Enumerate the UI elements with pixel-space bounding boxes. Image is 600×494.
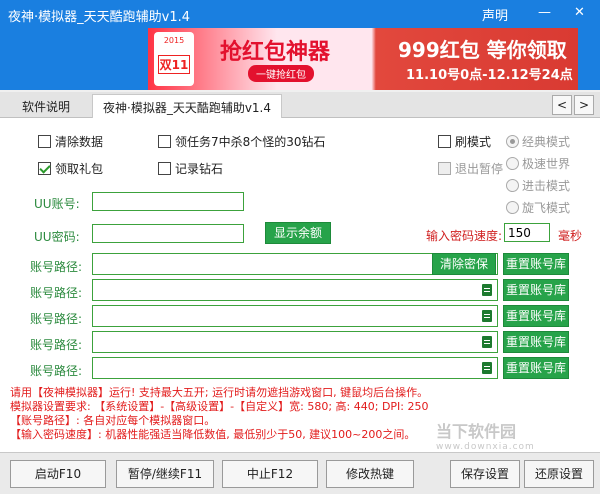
- tab-helper[interactable]: 夜神·模拟器_天天酷跑辅助v1.4: [92, 94, 283, 118]
- account-path-input[interactable]: [92, 357, 498, 379]
- account-path-input[interactable]: [92, 305, 498, 327]
- banner-date-text: 11.10号0点-12.12号24点: [406, 68, 573, 83]
- mode-spin-radio[interactable]: 旋飞模式: [506, 199, 570, 216]
- record-diamonds-checkbox[interactable]: 记录钻石: [158, 160, 223, 177]
- show-balance-button[interactable]: 显示余额: [265, 222, 331, 244]
- password-speed-input[interactable]: [504, 223, 550, 242]
- account-path-label: 账号路径:: [30, 260, 83, 274]
- save-settings-button[interactable]: 保存设置: [450, 460, 520, 488]
- task-diamonds-checkbox[interactable]: 领任务7中杀8个怪的30钻石: [158, 133, 326, 150]
- start-button[interactable]: 启动F10: [10, 460, 106, 488]
- reset-account-button[interactable]: 重置账号库: [503, 253, 569, 275]
- radio-dot[interactable]: [506, 157, 519, 170]
- checkbox-box[interactable]: [438, 135, 451, 148]
- tab-prev-arrow[interactable]: <: [552, 95, 572, 115]
- claim-gift-checkbox[interactable]: 领取礼包: [38, 160, 103, 177]
- speed-unit-label: 毫秒: [558, 229, 583, 243]
- usage-note: 【输入密码速度】: 机器性能强适当降低数值, 最低别少于50, 建议100~20…: [10, 428, 416, 441]
- stop-button[interactable]: 中止F12: [222, 460, 318, 488]
- file-icon[interactable]: [482, 362, 492, 374]
- account-path-label: 账号路径:: [30, 312, 83, 326]
- minimize-button[interactable]: —: [538, 5, 551, 20]
- grind-mode-checkbox[interactable]: 刷模式: [438, 133, 491, 150]
- promo-banner[interactable]: 2015 双11 抢红包神器 一键抢红包 999红包 等你领取 11.10号0点…: [148, 28, 578, 90]
- file-icon[interactable]: [482, 336, 492, 348]
- banner-main-text: 抢红包神器: [220, 40, 331, 65]
- reset-account-button[interactable]: 重置账号库: [503, 357, 569, 379]
- file-icon[interactable]: [482, 284, 492, 296]
- tab-instructions[interactable]: 软件说明: [12, 94, 80, 118]
- window-title: 夜神·模拟器_天天酷跑辅助v1.4: [8, 10, 191, 25]
- account-path-label: 账号路径:: [30, 338, 83, 352]
- account-path-label: 账号路径:: [30, 286, 83, 300]
- footer-bar: 启动F10 暂停/继续F11 中止F12 修改热键 保存设置 还原设置: [0, 452, 600, 494]
- banner-grab-button[interactable]: 一键抢红包: [248, 65, 314, 82]
- checkbox-box[interactable]: [158, 135, 171, 148]
- checkbox-box[interactable]: [38, 135, 51, 148]
- tab-bar: 软件说明 夜神·模拟器_天天酷跑辅助v1.4 < >: [0, 92, 600, 118]
- account-path-input[interactable]: [92, 331, 498, 353]
- radio-dot[interactable]: [506, 135, 519, 148]
- radio-dot[interactable]: [506, 179, 519, 192]
- title-bar: 夜神·模拟器_天天酷跑辅助v1.4 声明 — ✕: [0, 0, 600, 28]
- checkbox-box[interactable]: [38, 162, 51, 175]
- restore-settings-button[interactable]: 还原设置: [524, 460, 594, 488]
- uu-account-input[interactable]: [92, 192, 244, 211]
- reset-account-button[interactable]: 重置账号库: [503, 305, 569, 327]
- uu-account-label: UU账号:: [34, 197, 80, 211]
- clear-data-checkbox[interactable]: 清除数据: [38, 133, 103, 150]
- exit-pause-checkbox[interactable]: 退出暂停: [438, 160, 503, 177]
- double11-logo: 2015 双11: [154, 32, 194, 86]
- uu-password-input[interactable]: [92, 224, 244, 243]
- account-path-label: 账号路径:: [30, 364, 83, 378]
- checkbox-box[interactable]: [158, 162, 171, 175]
- account-path-input[interactable]: [92, 279, 498, 301]
- mode-speed-radio[interactable]: 极速世界: [506, 155, 570, 172]
- mode-classic-radio[interactable]: 经典模式: [506, 133, 570, 150]
- radio-dot[interactable]: [506, 201, 519, 214]
- banner-promo-text: 999红包 等你领取: [398, 38, 567, 62]
- reset-account-button[interactable]: 重置账号库: [503, 279, 569, 301]
- clear-secret-button[interactable]: 清除密保: [432, 253, 496, 275]
- password-speed-label: 输入密码速度:: [426, 229, 503, 243]
- uu-password-label: UU密码:: [34, 230, 80, 244]
- tab-next-arrow[interactable]: >: [574, 95, 594, 115]
- pause-resume-button[interactable]: 暂停/继续F11: [116, 460, 214, 488]
- close-button[interactable]: ✕: [574, 5, 585, 20]
- site-watermark: 当下软件园 www.downxia.com: [436, 422, 535, 452]
- checkbox-box[interactable]: [438, 162, 451, 175]
- file-icon[interactable]: [482, 310, 492, 322]
- edit-hotkey-button[interactable]: 修改热键: [326, 460, 414, 488]
- reset-account-button[interactable]: 重置账号库: [503, 331, 569, 353]
- mode-attack-radio[interactable]: 进击模式: [506, 177, 570, 194]
- statement-link[interactable]: 声明: [482, 5, 508, 24]
